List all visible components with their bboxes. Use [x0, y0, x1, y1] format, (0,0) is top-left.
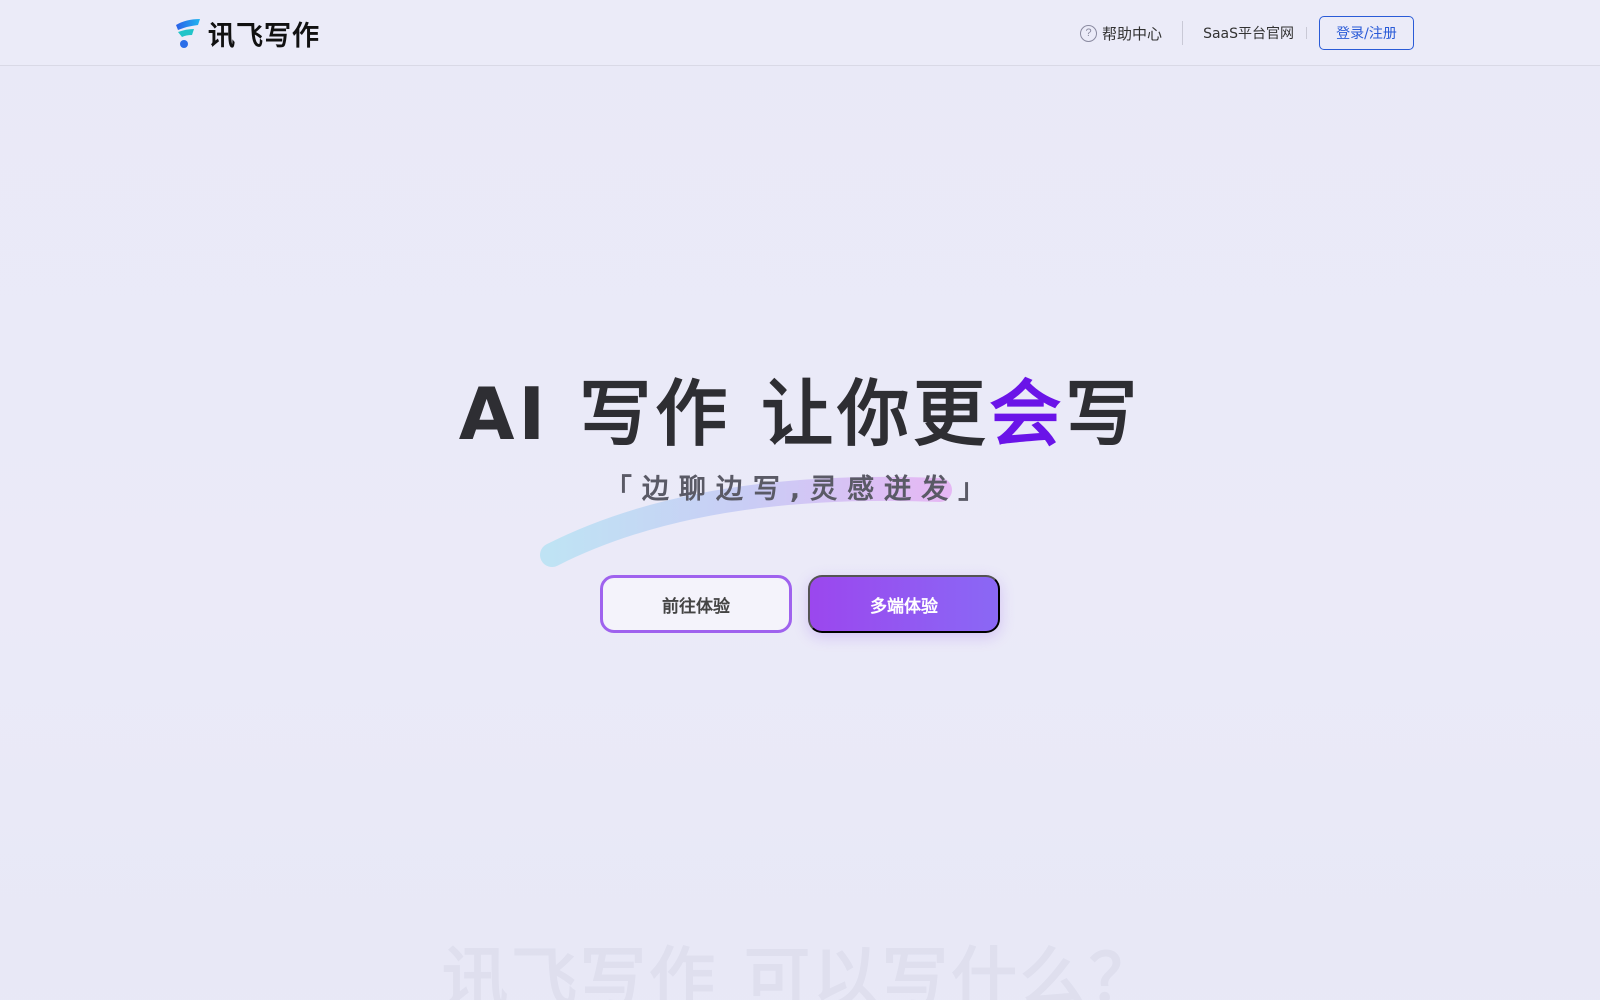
hero-actions: 前往体验 多端体验	[600, 575, 1000, 633]
top-navbar: 讯飞写作 ? 帮助中心 SaaS平台官网 登录/注册	[0, 0, 1600, 66]
brand-logo[interactable]: 讯飞写作	[174, 16, 320, 52]
help-center-link[interactable]: ? 帮助中心	[1080, 23, 1162, 44]
question-circle-icon: ?	[1080, 24, 1098, 42]
brand-name: 讯飞写作	[208, 20, 320, 52]
hero-title-writing: 写作	[579, 372, 732, 456]
hero-subtitle: 「边聊边写,灵感迸发」	[604, 474, 996, 505]
hero-title-ai: AI	[458, 372, 550, 456]
xunfei-logo-icon	[174, 17, 202, 49]
header-nav: ? 帮助中心 SaaS平台官网 登录/注册	[1080, 16, 1414, 50]
hero-title-write: 写	[1065, 372, 1142, 456]
section-heading: 讯飞写作 可以写什么？	[442, 940, 1158, 1000]
hero-title: AI 写作 让你更会写	[0, 355, 1600, 460]
saas-platform-link[interactable]: SaaS平台官网	[1203, 23, 1294, 43]
nav-divider	[1182, 21, 1184, 45]
page: 讯飞写作 ? 帮助中心 SaaS平台官网 登录/注册 AI 写作 让你更会写 「边聊…	[0, 0, 1600, 1000]
nav-divider-small	[1306, 27, 1307, 39]
try-now-button[interactable]: 前往体验	[600, 575, 792, 633]
hero-title-accent: 会	[989, 372, 1066, 456]
help-center-label: 帮助中心	[1102, 24, 1163, 43]
login-register-button[interactable]: 登录/注册	[1319, 16, 1414, 50]
multi-platform-button[interactable]: 多端体验	[808, 575, 1000, 633]
hero-title-make-you: 让你更	[761, 372, 990, 456]
